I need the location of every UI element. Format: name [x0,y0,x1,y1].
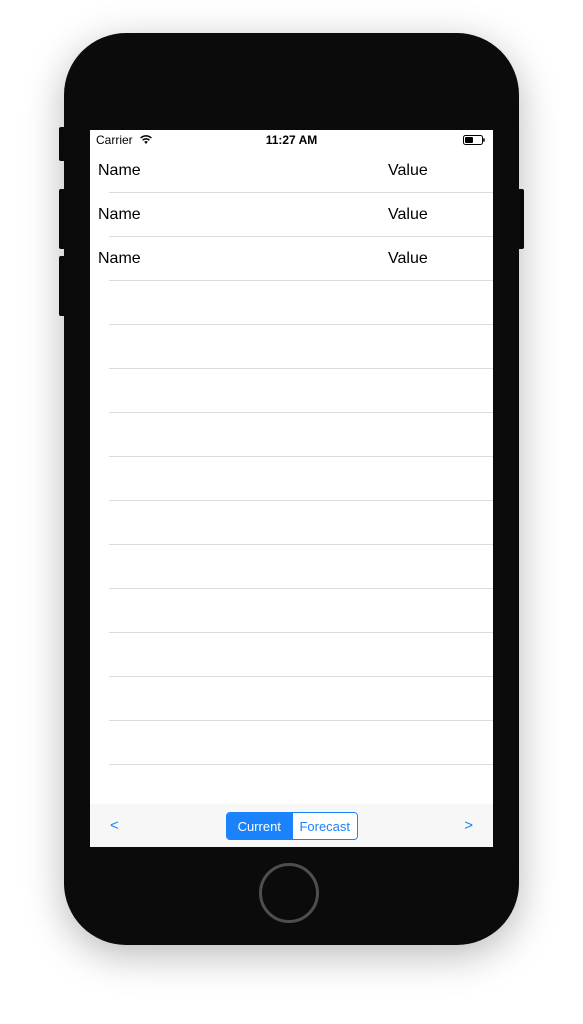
row-name: Name [98,206,141,223]
row-name: Name [98,162,141,179]
row-name: Name [98,250,141,267]
empty-row [90,545,493,589]
empty-row [90,325,493,369]
empty-row [90,501,493,545]
row-separator [109,764,493,765]
home-button[interactable] [259,863,319,923]
empty-row [90,413,493,457]
app-screen: Carrier 11:27 AM Name Value Name Value N… [90,130,493,847]
empty-row [90,633,493,677]
empty-row [90,677,493,721]
bottom-toolbar: < Current Forecast > [90,804,493,847]
table-row[interactable]: Name Value [90,149,493,193]
segment-forecast[interactable]: Forecast [291,813,357,839]
data-table: Name Value Name Value Name Value [90,149,493,765]
row-value: Value [388,250,428,267]
table-row[interactable]: Name Value [90,237,493,281]
empty-row [90,369,493,413]
row-value: Value [388,206,428,223]
next-button[interactable]: > [464,817,473,834]
battery-icon [463,135,485,145]
status-time: 11:27 AM [265,133,318,147]
segment-current[interactable]: Current [227,813,292,839]
view-segmented-control: Current Forecast [226,812,358,840]
table-row[interactable]: Name Value [90,193,493,237]
row-value: Value [388,162,428,179]
device-stage: Carrier 11:27 AM Name Value Name Value N… [0,0,583,1024]
empty-row [90,721,493,765]
status-bar: Carrier 11:27 AM [90,130,493,150]
empty-row [90,281,493,325]
previous-button[interactable]: < [110,817,119,834]
empty-row [90,457,493,501]
empty-row [90,589,493,633]
